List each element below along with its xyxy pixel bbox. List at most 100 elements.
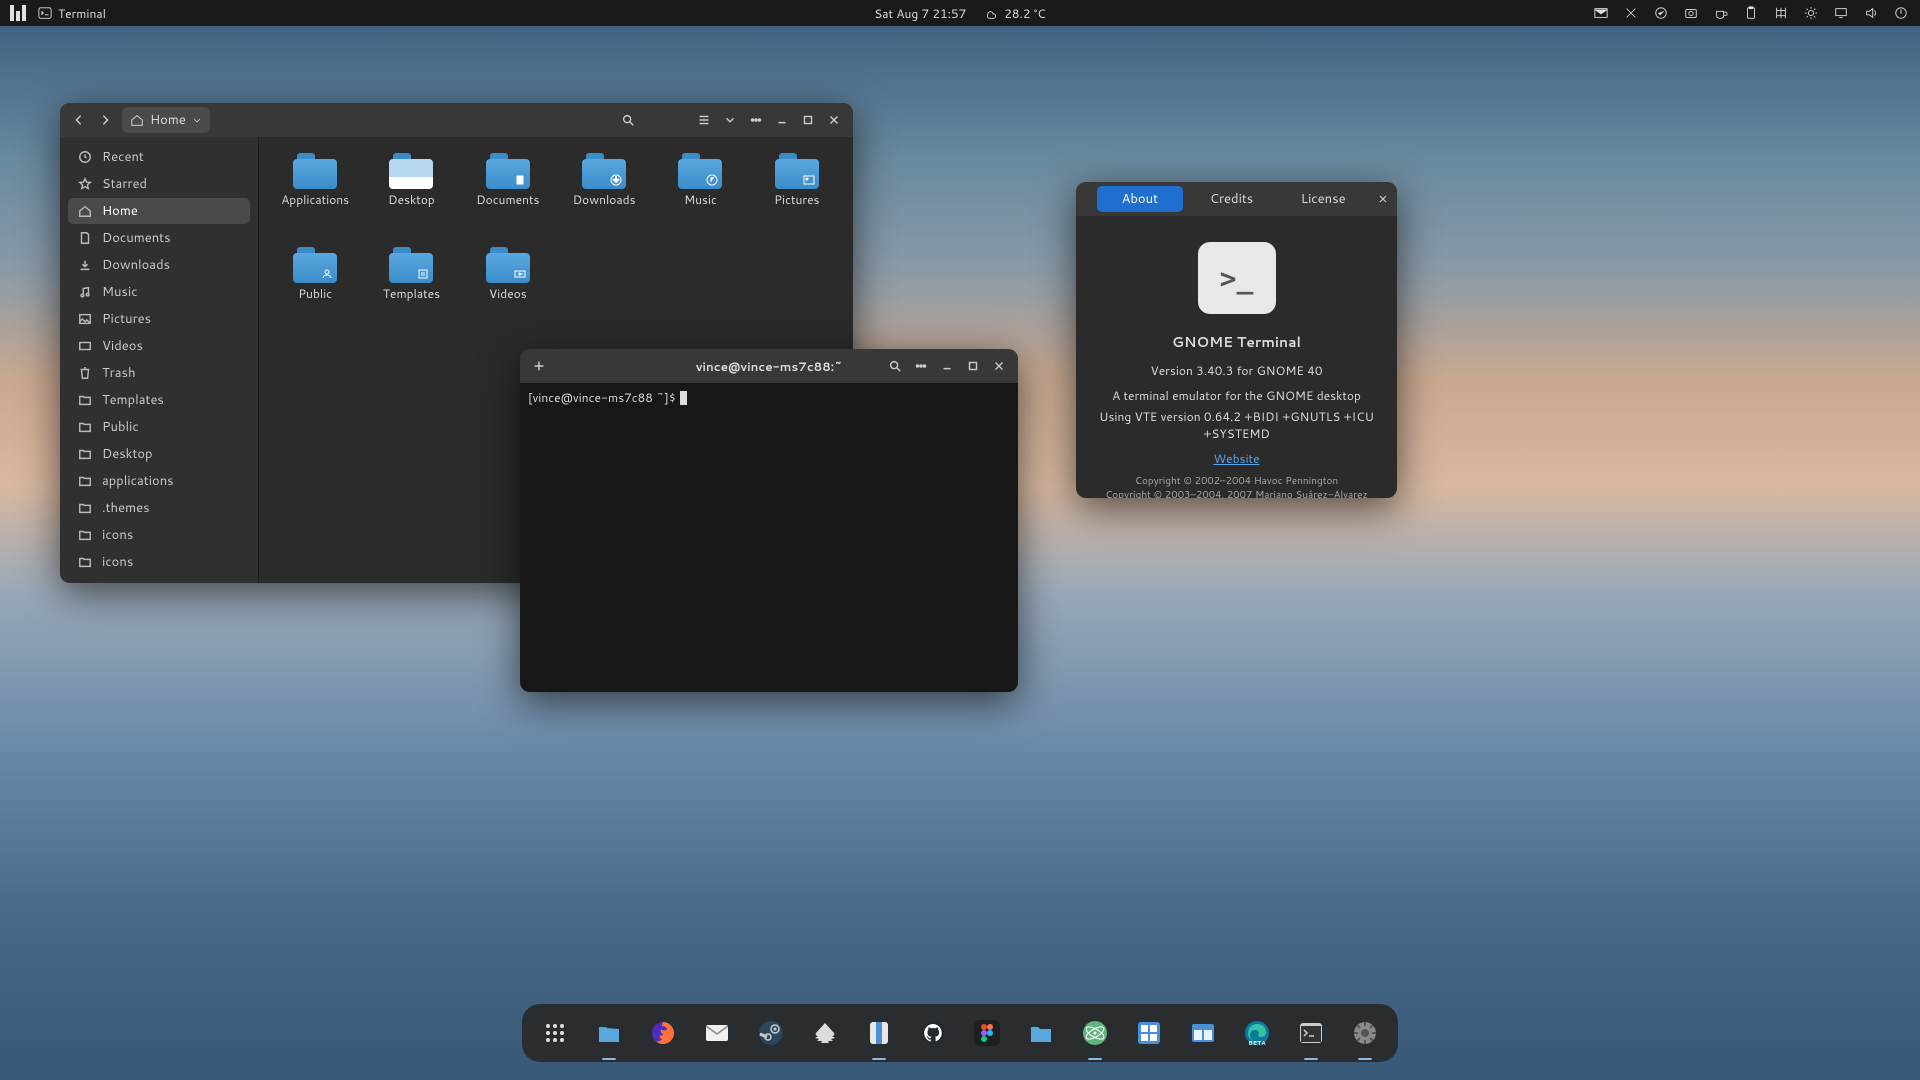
folder-icon: [389, 153, 433, 189]
sidebar-item-applications[interactable]: applications: [68, 468, 250, 494]
sidebar-item-documents[interactable]: Documents: [68, 225, 250, 251]
dock-figma[interactable]: [968, 1014, 1006, 1052]
files-sidebar: RecentStarredHomeDocumentsDownloads Music…: [60, 137, 259, 583]
close-button[interactable]: [986, 353, 1012, 379]
close-button[interactable]: [821, 107, 847, 133]
terminal-window: vince@vince-ms7c88:~ [vince@vince-ms7c88…: [520, 349, 1018, 692]
folder-templates[interactable]: Templates: [363, 245, 459, 339]
folder-icon: [78, 582, 92, 583]
panel-datetime[interactable]: Sat Aug 7 21:57: [874, 5, 966, 22]
folder-documents[interactable]: Documents: [460, 151, 556, 245]
tab-about[interactable]: About: [1097, 186, 1183, 212]
running-indicator: [872, 1058, 886, 1060]
folder-applications[interactable]: Applications: [267, 151, 363, 245]
dock-app-grid[interactable]: [536, 1014, 574, 1052]
panel-weather[interactable]: 28.2 °C: [984, 5, 1045, 22]
hamburger-menu-button[interactable]: [743, 107, 769, 133]
folder-icon: [78, 393, 92, 407]
power-tray-icon[interactable]: [1894, 6, 1908, 20]
active-app-indicator[interactable]: Terminal: [38, 5, 106, 22]
xorg-tray-icon[interactable]: [1624, 6, 1638, 20]
search-button[interactable]: [615, 107, 641, 133]
dock-tiles[interactable]: [1184, 1014, 1222, 1052]
dock-github[interactable]: [914, 1014, 952, 1052]
sidebar-item-videos[interactable]: Videos: [68, 333, 250, 359]
volume-tray-icon[interactable]: [1864, 6, 1878, 20]
updates-tray-icon[interactable]: [1654, 6, 1668, 20]
dock-edge[interactable]: BETA: [1238, 1014, 1276, 1052]
website-link[interactable]: Website: [1213, 450, 1259, 467]
dock-files[interactable]: [590, 1014, 628, 1052]
sidebar-item-music[interactable]: Music: [68, 279, 250, 305]
files-titlebar[interactable]: Home: [60, 103, 853, 137]
close-button[interactable]: [1369, 193, 1397, 205]
screenshot-tray-icon[interactable]: [1684, 6, 1698, 20]
folder-label: Documents: [476, 191, 539, 208]
sidebar-item-label: Videos: [102, 337, 143, 355]
dock-terminal[interactable]: [1292, 1014, 1330, 1052]
sidebar-item-starred[interactable]: Starred: [68, 171, 250, 197]
dock-mail[interactable]: [698, 1014, 736, 1052]
display-tray-icon[interactable]: [1834, 6, 1848, 20]
terminal-menu-button[interactable]: [908, 353, 934, 379]
night-light-icon[interactable]: [1804, 6, 1818, 20]
folder-label: Applications: [281, 191, 349, 208]
caffeine-tray-icon[interactable]: [1714, 6, 1728, 20]
sidebar-item-label: Music: [102, 283, 138, 301]
folder-downloads[interactable]: Downloads: [556, 151, 652, 245]
sidebar-item-home[interactable]: Home: [68, 198, 250, 224]
folder-icon: [486, 247, 530, 283]
nav-forward-button[interactable]: [92, 107, 118, 133]
maximize-button[interactable]: [795, 107, 821, 133]
about-description-2: Using VTE version 0.64.2 +BIDI +GNUTLS +…: [1088, 408, 1385, 442]
sidebar-item-pictures[interactable]: Pictures: [68, 306, 250, 332]
folder-videos[interactable]: Videos: [460, 245, 556, 339]
minimize-button[interactable]: [934, 353, 960, 379]
folder-pictures[interactable]: Pictures: [749, 151, 845, 245]
new-tab-button[interactable]: [526, 353, 552, 379]
down-icon: [78, 258, 92, 272]
mail-tray-icon[interactable]: [1594, 6, 1608, 20]
sidebar-item-downloads[interactable]: Downloads: [68, 252, 250, 278]
terminal-body[interactable]: [vince@vince-ms7c88 ~]$: [520, 383, 1018, 692]
sidebar-item-trash[interactable]: Trash: [68, 360, 250, 386]
dock-atom[interactable]: [1076, 1014, 1114, 1052]
folder-icon: [775, 153, 819, 189]
sidebar-item-recent[interactable]: Recent: [68, 144, 250, 170]
view-options-button[interactable]: [717, 107, 743, 133]
sidebar-item-plasma[interactable]: plasma: [68, 576, 250, 583]
sidebar-item-public[interactable]: Public: [68, 414, 250, 440]
tab-credits[interactable]: Credits: [1189, 186, 1275, 212]
keyboard-tray-icon[interactable]: [1774, 6, 1788, 20]
terminal-icon: [1298, 1020, 1324, 1046]
dock-firefox[interactable]: [644, 1014, 682, 1052]
sidebar-item-desktop[interactable]: Desktop: [68, 441, 250, 467]
folder-public[interactable]: Public: [267, 245, 363, 339]
home-icon: [130, 113, 144, 127]
video-icon: [78, 339, 92, 353]
dock-blueman[interactable]: [860, 1014, 898, 1052]
chevron-down-icon: [192, 115, 202, 125]
tab-license[interactable]: License: [1280, 186, 1366, 212]
distro-logo-icon[interactable]: [10, 5, 26, 21]
folder-desktop[interactable]: Desktop: [363, 151, 459, 245]
pathbar[interactable]: Home: [122, 107, 210, 133]
sidebar-item--themes[interactable]: .themes: [68, 495, 250, 521]
sidebar-item-templates[interactable]: Templates: [68, 387, 250, 413]
dock-inkscape[interactable]: [806, 1014, 844, 1052]
clipboard-tray-icon[interactable]: [1744, 6, 1758, 20]
sidebar-item-label: applications: [102, 472, 174, 490]
minimize-button[interactable]: [769, 107, 795, 133]
terminal-titlebar[interactable]: vince@vince-ms7c88:~: [520, 349, 1018, 383]
folder-music[interactable]: Music: [652, 151, 748, 245]
maximize-button[interactable]: [960, 353, 986, 379]
dock-win-app[interactable]: [1130, 1014, 1168, 1052]
view-list-button[interactable]: [691, 107, 717, 133]
nav-back-button[interactable]: [66, 107, 92, 133]
terminal-search-button[interactable]: [882, 353, 908, 379]
dock-steam[interactable]: [752, 1014, 790, 1052]
sidebar-item-icons[interactable]: icons: [68, 522, 250, 548]
dock-folder[interactable]: [1022, 1014, 1060, 1052]
sidebar-item-icons[interactable]: icons: [68, 549, 250, 575]
dock-settings[interactable]: [1346, 1014, 1384, 1052]
